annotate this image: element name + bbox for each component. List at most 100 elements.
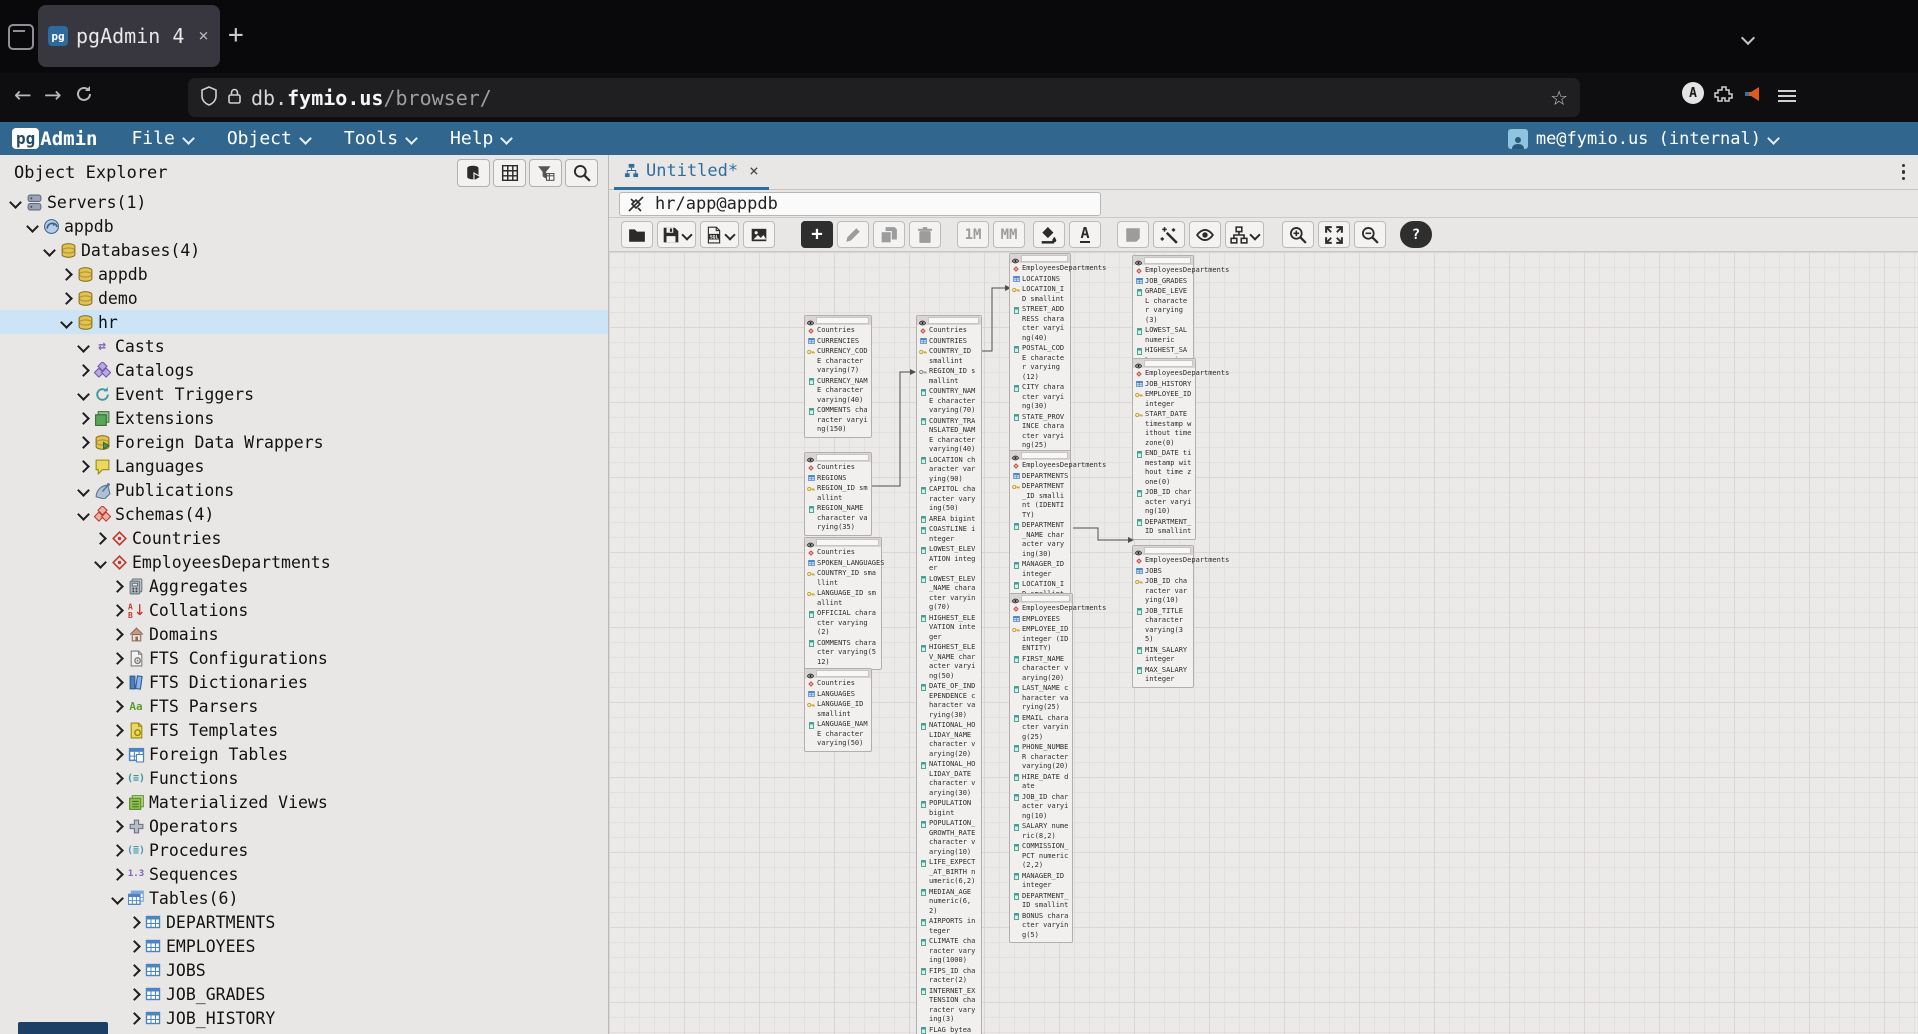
- tree-item-demo[interactable]: demo: [0, 286, 608, 310]
- erd-node-header[interactable]: [805, 669, 871, 678]
- clone-table-button[interactable]: [873, 221, 905, 248]
- connection-status-box[interactable]: hr/app@appdb: [619, 192, 1101, 216]
- expand-chevron-icon[interactable]: [111, 604, 124, 617]
- tree-item-languages[interactable]: Languages: [0, 454, 608, 478]
- zoom-out-button[interactable]: [1354, 221, 1386, 248]
- search-button[interactable]: [565, 159, 598, 187]
- expand-chevron-icon[interactable]: [77, 412, 90, 425]
- tree-item-extensions[interactable]: Extensions: [0, 406, 608, 430]
- grid-button[interactable]: [493, 159, 526, 187]
- erd-node-job_history[interactable]: EmployeesDepartmentsJOB_HISTORYEMPLOYEE_…: [1132, 358, 1196, 540]
- shield-icon[interactable]: [200, 86, 218, 110]
- expand-chevron-icon[interactable]: [60, 268, 73, 281]
- expand-chevron-icon[interactable]: [9, 196, 22, 209]
- tree-item-casts[interactable]: ⇄Casts: [0, 334, 608, 358]
- tree-item-materialized-views[interactable]: Materialized Views: [0, 790, 608, 814]
- expand-chevron-icon[interactable]: [94, 556, 107, 569]
- erd-node-languages[interactable]: CountriesLANGUAGESLANGUAGE_ID smallintLA…: [804, 668, 872, 752]
- dropdown-chevron-icon[interactable]: [681, 229, 692, 240]
- expand-chevron-icon[interactable]: [111, 868, 124, 881]
- erd-node-job_grades[interactable]: EmployeesDepartmentsJOB_GRADESGRADE_LEVE…: [1132, 255, 1194, 368]
- tree-item-collations[interactable]: ABCollations: [0, 598, 608, 622]
- expand-chevron-icon[interactable]: [128, 940, 141, 953]
- account-badge-icon[interactable]: A: [1682, 82, 1704, 104]
- expand-chevron-icon[interactable]: [111, 724, 124, 737]
- tree-item-appdb[interactable]: appdb: [0, 214, 608, 238]
- hamburger-menu-icon[interactable]: [1778, 87, 1796, 105]
- erd-node-header[interactable]: [1010, 254, 1070, 263]
- expand-chevron-icon[interactable]: [111, 844, 124, 857]
- menu-help[interactable]: Help: [450, 128, 511, 149]
- erd-tab-close-icon[interactable]: ×: [749, 161, 759, 180]
- expand-chevron-icon[interactable]: [43, 244, 56, 257]
- expand-chevron-icon[interactable]: [77, 436, 90, 449]
- tree-item-employeesdepartments[interactable]: EmployeesDepartments: [0, 550, 608, 574]
- menu-file[interactable]: File: [131, 128, 192, 149]
- help-button[interactable]: ?: [1400, 221, 1432, 248]
- tree-item-servers-1-[interactable]: Servers(1): [0, 190, 608, 214]
- tree-item-event-triggers[interactable]: Event Triggers: [0, 382, 608, 406]
- tree-item-employees[interactable]: EMPLOYEES: [0, 934, 608, 958]
- auto-align-button[interactable]: [1153, 221, 1185, 248]
- erd-node-departments[interactable]: EmployeesDepartmentsDEPARTMENTSDEPARTMEN…: [1009, 450, 1071, 602]
- erd-node-locations[interactable]: EmployeesDepartmentsLOCATIONSLOCATION_ID…: [1009, 253, 1071, 474]
- expand-chevron-icon[interactable]: [111, 700, 124, 713]
- tree-item-fts-parsers[interactable]: AaFTS Parsers: [0, 694, 608, 718]
- expand-chevron-icon[interactable]: [111, 772, 124, 785]
- expand-chevron-icon[interactable]: [111, 580, 124, 593]
- tree-item-functions[interactable]: (≡)Functions: [0, 766, 608, 790]
- tree-item-appdb[interactable]: appdb: [0, 262, 608, 286]
- expand-chevron-icon[interactable]: [26, 220, 39, 233]
- expand-chevron-icon[interactable]: [77, 388, 90, 401]
- tree-item-job-grades[interactable]: JOB_GRADES: [0, 982, 608, 1006]
- tree-item-departments[interactable]: DEPARTMENTS: [0, 910, 608, 934]
- erd-node-countries[interactable]: CountriesCOUNTRIESCOUNTRY_ID smallintREG…: [916, 315, 982, 1034]
- tree-item-publications[interactable]: Publications: [0, 478, 608, 502]
- expand-chevron-icon[interactable]: [60, 316, 73, 329]
- expand-chevron-icon[interactable]: [111, 676, 124, 689]
- tree-item-fts-configurations[interactable]: FTS Configurations: [0, 646, 608, 670]
- erd-node-header[interactable]: [805, 453, 871, 462]
- fill-color-button[interactable]: [1033, 221, 1065, 248]
- expand-chevron-icon[interactable]: [60, 292, 73, 305]
- drop-table-button[interactable]: [909, 221, 941, 248]
- erd-node-header[interactable]: [805, 316, 871, 325]
- erd-node-employees[interactable]: EmployeesDepartmentsEMPLOYEESEMPLOYEE_ID…: [1009, 593, 1073, 943]
- erd-node-header[interactable]: [1133, 359, 1195, 368]
- show-details-button[interactable]: [1189, 221, 1221, 248]
- back-button[interactable]: ←: [14, 83, 32, 107]
- erd-node-header[interactable]: [1010, 451, 1070, 460]
- erd-node-spoken_languages[interactable]: CountriesSPOKEN_LANGUAGESCOUNTRY_ID smal…: [804, 537, 882, 670]
- tree-item-fts-dictionaries[interactable]: FTS Dictionaries: [0, 670, 608, 694]
- save-button[interactable]: [657, 221, 696, 248]
- user-menu[interactable]: me@fymio.us (internal): [1508, 129, 1778, 149]
- dropdown-chevron-icon[interactable]: [1249, 229, 1260, 240]
- tree-item-catalogs[interactable]: Catalogs: [0, 358, 608, 382]
- one-to-many-button[interactable]: 1M: [957, 221, 989, 248]
- tree-item-databases-4-[interactable]: Databases(4): [0, 238, 608, 262]
- erd-node-jobs[interactable]: EmployeesDepartmentsJOBSJOB_ID character…: [1132, 545, 1194, 688]
- edit-table-button[interactable]: [837, 221, 869, 248]
- tree-item-operators[interactable]: Operators: [0, 814, 608, 838]
- erd-node-header[interactable]: [1010, 594, 1072, 603]
- tree-item-jobs[interactable]: JOBS: [0, 958, 608, 982]
- generate-sql-button[interactable]: SQL: [700, 221, 739, 248]
- megaphone-extension-icon[interactable]: [1744, 84, 1764, 108]
- erd-node-header[interactable]: [1133, 546, 1193, 555]
- tree-item-fts-templates[interactable]: FTS Templates: [0, 718, 608, 742]
- text-color-button[interactable]: A: [1069, 221, 1101, 248]
- erd-node-header[interactable]: [1133, 256, 1193, 265]
- tree-item-countries[interactable]: Countries: [0, 526, 608, 550]
- dropdown-chevron-icon[interactable]: [724, 229, 735, 240]
- expand-chevron-icon[interactable]: [77, 364, 90, 377]
- tree-item-aggregates[interactable]: Aggregates: [0, 574, 608, 598]
- expand-chevron-icon[interactable]: [111, 748, 124, 761]
- tab-overflow-chevron-icon[interactable]: [1743, 28, 1753, 47]
- expand-chevron-icon[interactable]: [111, 652, 124, 665]
- zoom-to-fit-button[interactable]: [1318, 221, 1350, 248]
- filter-button[interactable]: [529, 159, 562, 187]
- tree-item-procedures[interactable]: (≣)Procedures: [0, 838, 608, 862]
- expand-chevron-icon[interactable]: [77, 484, 90, 497]
- lock-icon[interactable]: [227, 87, 242, 109]
- erd-node-currencies[interactable]: CountriesCURRENCIESCURRENCY_CODE charact…: [804, 315, 872, 438]
